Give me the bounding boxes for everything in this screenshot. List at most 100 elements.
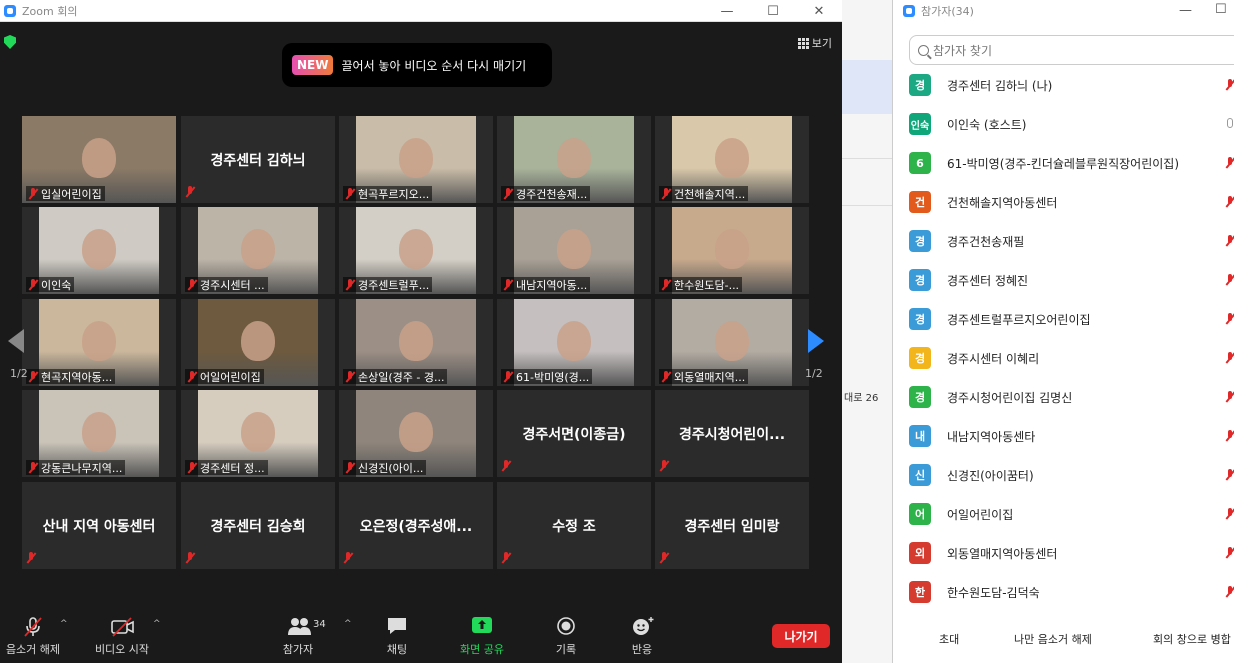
participant-row[interactable]: 인숙 이인숙 (호스트) bbox=[909, 107, 1234, 141]
video-tile[interactable]: 경주시센터 ... bbox=[181, 207, 335, 294]
participant-avatar: 경 bbox=[909, 308, 931, 330]
tile-name-label: 입실어린이집 bbox=[26, 186, 105, 201]
tile-name-label: 61-박미영(경... bbox=[501, 369, 593, 384]
participant-row[interactable]: 신 신경진(아이꿈터) bbox=[909, 458, 1234, 492]
record-label: 기록 bbox=[555, 643, 577, 656]
participant-row[interactable]: 한 한수원도담-김덕숙 bbox=[909, 575, 1234, 609]
video-tile[interactable]: 현곡푸르지오... bbox=[339, 116, 493, 203]
mic-muted-icon bbox=[1225, 196, 1234, 208]
participant-row[interactable]: 6 61-박미영(경주-킨더슐레블루원직장어린이집) bbox=[909, 146, 1234, 180]
next-page-arrow-icon[interactable] bbox=[808, 329, 824, 353]
prev-page-arrow-icon[interactable] bbox=[8, 329, 24, 353]
video-tile[interactable]: 경주시청어린이... bbox=[655, 390, 809, 477]
video-tile[interactable]: 수정 조 bbox=[497, 482, 651, 569]
participant-name: 경주시센터 이혜리 bbox=[947, 351, 1040, 366]
participant-row[interactable]: 경 경주시청어린이집 김명신 bbox=[909, 380, 1234, 414]
mic-muted-icon bbox=[187, 461, 197, 474]
participant-row[interactable]: 어 어일어린이집 bbox=[909, 497, 1234, 531]
chat-button[interactable]: 채팅 bbox=[382, 613, 412, 663]
video-tile[interactable]: 경주센터 임미랑 bbox=[655, 482, 809, 569]
video-tile[interactable]: 건천해솔지역... bbox=[655, 116, 809, 203]
start-video-button[interactable]: 비디오 시작 bbox=[88, 613, 156, 663]
mic-muted-icon bbox=[1225, 430, 1234, 442]
audio-options-chevron-icon[interactable]: ^ bbox=[60, 619, 68, 629]
participant-silhouette bbox=[557, 138, 591, 178]
reactions-label: 반응 bbox=[631, 643, 653, 656]
video-off-icon bbox=[111, 616, 134, 637]
unmute-button[interactable]: 음소거 해제 bbox=[0, 613, 66, 663]
share-screen-button[interactable]: 화면 공유 bbox=[452, 613, 512, 663]
video-tile[interactable]: 61-박미영(경... bbox=[497, 299, 651, 386]
merge-to-meeting-window-button[interactable]: 회의 창으로 병합 bbox=[1153, 625, 1231, 653]
video-tile[interactable]: 경주건천송재... bbox=[497, 116, 651, 203]
participant-row[interactable]: 경 경주센터 정혜진 bbox=[909, 263, 1234, 297]
video-tile[interactable]: 오은정(경주성애... bbox=[339, 482, 493, 569]
video-tile[interactable]: 경주센터 김승희 bbox=[181, 482, 335, 569]
mic-muted-icon bbox=[185, 186, 195, 198]
unmute-me-button[interactable]: 나만 음소거 해제 bbox=[1014, 625, 1092, 653]
minimize-icon[interactable]: — bbox=[704, 0, 750, 22]
invite-button[interactable]: 초대 bbox=[939, 625, 959, 653]
video-tile[interactable]: 외동열매지역... bbox=[655, 299, 809, 386]
mic-muted-icon bbox=[1225, 157, 1234, 169]
video-tile[interactable]: 경주센터 김하늬 bbox=[181, 116, 335, 203]
video-tile[interactable]: 입실어린이집 bbox=[22, 116, 176, 203]
video-tile[interactable]: 신경진(아이... bbox=[339, 390, 493, 477]
participant-name: 내남지역아동센타 bbox=[947, 429, 1036, 444]
video-tile[interactable]: 현곡지역아동... bbox=[22, 299, 176, 386]
participant-row[interactable]: 외 외동열매지역아동센터 bbox=[909, 536, 1234, 570]
video-tile[interactable]: 손상일(경주 - 경... bbox=[339, 299, 493, 386]
participant-silhouette bbox=[399, 229, 433, 269]
mic-muted-icon bbox=[187, 370, 197, 383]
maximize-icon[interactable]: ☐ bbox=[750, 0, 796, 22]
tile-name-label: 내남지역아동... bbox=[501, 277, 591, 292]
participants-options-chevron-icon[interactable]: ^ bbox=[344, 619, 352, 629]
participant-row[interactable]: 경 경주센터 김하늬 (나) bbox=[909, 68, 1234, 102]
reorder-hint-banner: NEW 끌어서 놓아 비디오 순서 다시 매기기 bbox=[282, 43, 552, 87]
tile-mute-indicator bbox=[659, 460, 673, 474]
tile-name: 현곡푸르지오... bbox=[358, 187, 430, 201]
video-tile[interactable]: 산내 지역 아동센터 bbox=[22, 482, 176, 569]
mic-muted-icon bbox=[28, 187, 38, 200]
video-tile[interactable]: 한수원도담-... bbox=[655, 207, 809, 294]
video-tile[interactable]: 강동큰나무지역... bbox=[22, 390, 176, 477]
mic-muted-icon bbox=[503, 187, 513, 200]
video-tile[interactable]: 내남지역아동... bbox=[497, 207, 651, 294]
tile-name: 61-박미영(경... bbox=[516, 370, 590, 384]
maximize-icon[interactable]: ☐ bbox=[1215, 2, 1227, 17]
tile-mute-indicator bbox=[185, 186, 199, 200]
participant-row[interactable]: 내 내남지역아동센타 bbox=[909, 419, 1234, 453]
background-highlight bbox=[842, 60, 892, 114]
video-tile[interactable]: 어일어린이집 bbox=[181, 299, 335, 386]
close-icon[interactable]: ✕ bbox=[796, 0, 842, 22]
tile-name-label: 강동큰나무지역... bbox=[26, 460, 126, 475]
participant-row[interactable]: 경 경주센트럴푸르지오어린이집 bbox=[909, 302, 1234, 336]
video-tile[interactable]: 경주서면(이종금) bbox=[497, 390, 651, 477]
video-tile[interactable]: 경주센터 정... bbox=[181, 390, 335, 477]
leave-meeting-button[interactable]: 나가기 bbox=[772, 624, 830, 648]
search-icon bbox=[918, 44, 929, 56]
video-options-chevron-icon[interactable]: ^ bbox=[153, 619, 161, 629]
tile-name-label: 이인숙 bbox=[26, 277, 75, 292]
tile-name: 경주센터 정... bbox=[200, 461, 265, 475]
tile-name-label: 외동열매지역... bbox=[659, 369, 749, 384]
video-tile[interactable]: 이인숙 bbox=[22, 207, 176, 294]
participant-row[interactable]: 경 경주시센터 이혜리 bbox=[909, 341, 1234, 375]
participant-search-input[interactable]: 참가자 찾기 bbox=[909, 35, 1234, 65]
participants-count: 34 bbox=[313, 619, 326, 630]
participant-row[interactable]: 경 경주건천송재필 bbox=[909, 224, 1234, 258]
panel-titlebar: 참가자(34) — ☐ bbox=[893, 0, 1234, 22]
participant-name: 61-박미영(경주-킨더슐레블루원직장어린이집) bbox=[947, 156, 1180, 171]
participant-row[interactable]: 건 건천해솔지역아동센터 bbox=[909, 185, 1234, 219]
reactions-button[interactable]: 반응 bbox=[626, 613, 658, 663]
video-tile[interactable]: 경주센트럴푸... bbox=[339, 207, 493, 294]
chat-label: 채팅 bbox=[386, 643, 408, 656]
participants-panel: 참가자(34) — ☐ 참가자 찾기 경 경주센터 김하늬 (나) 인숙 이인숙 (호… bbox=[892, 0, 1234, 663]
tile-name-label: 경주센터 정... bbox=[185, 460, 268, 475]
minimize-icon[interactable]: — bbox=[1179, 3, 1192, 18]
view-button[interactable]: 보기 bbox=[797, 34, 832, 52]
tile-name-label: 어일어린이집 bbox=[185, 369, 264, 384]
security-shield-icon[interactable] bbox=[4, 35, 16, 49]
tile-name: 신경진(아이... bbox=[358, 461, 424, 475]
record-button[interactable]: 기록 bbox=[550, 613, 582, 663]
